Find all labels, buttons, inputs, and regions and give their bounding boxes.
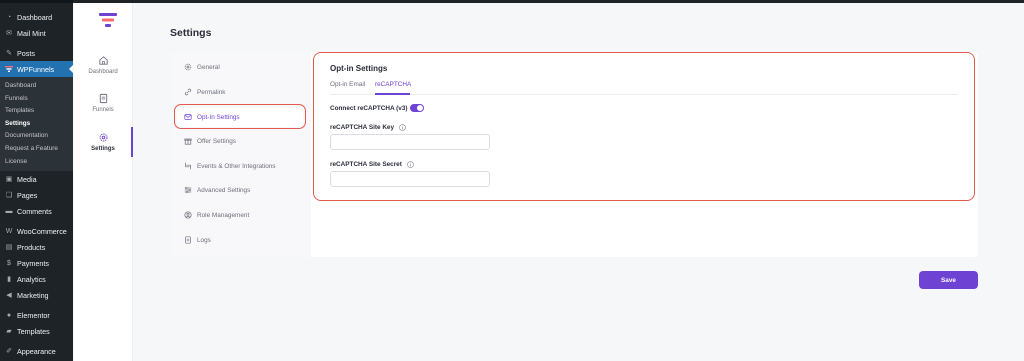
wp-menu-appearance[interactable]: ✐ Appearance [0, 343, 73, 359]
dashboard-icon: ◔ [6, 13, 12, 21]
wp-sub-dashboard[interactable]: Dashboard [0, 80, 73, 93]
wpfunnels-logo [99, 13, 117, 27]
save-button[interactable]: Save [919, 271, 978, 289]
wp-submenu-wpfunnels: Dashboard Funnels Templates Settings Doc… [0, 77, 73, 172]
page-title: Settings [170, 27, 212, 39]
analytics-icon: ▮ [7, 276, 11, 284]
pin-icon: ✎ [6, 50, 12, 57]
settings-menu-permalink[interactable]: Permalink [184, 88, 225, 96]
integrations-icon [185, 162, 191, 170]
plugin-nav-active-indicator [131, 127, 133, 157]
wp-menu-woocommerce[interactable]: W WooCommerce [0, 223, 73, 239]
wp-admin-sidebar: ◔ Dashboard ✉ Mail Mint ✎ Posts WPFunnel… [0, 0, 73, 361]
plugin-nav-funnels[interactable]: Funnels [74, 93, 132, 113]
wp-sub-funnels[interactable]: Funnels [0, 93, 73, 106]
user-icon [184, 211, 192, 219]
wp-menu-elementor[interactable]: ● Elementor [0, 307, 73, 323]
settings-menu-integrations[interactable]: Events & Other Integrations [184, 162, 276, 170]
top-bar [73, 0, 1024, 3]
wp-sub-templates[interactable]: Templates [0, 105, 73, 118]
pages-icon: ❏ [5, 192, 13, 200]
highlight-opt-in-menu [174, 104, 306, 129]
wp-menu-payments[interactable]: $ Payments [0, 255, 73, 271]
wp-menu-analytics[interactable]: ▮ Analytics [0, 271, 73, 287]
wp-sub-documentation[interactable]: Documentation [0, 130, 73, 143]
elementor-icon: ● [6, 311, 12, 319]
comments-icon: ▬ [5, 207, 13, 215]
wp-menu-pages[interactable]: ❏ Pages [0, 187, 73, 203]
logs-icon [185, 236, 191, 244]
wp-sub-license[interactable]: License [0, 156, 73, 169]
gear-icon [184, 63, 192, 71]
wp-menu-products[interactable]: ▤ Products [0, 239, 73, 255]
settings-menu-advanced[interactable]: Advanced Settings [184, 186, 250, 194]
wp-menu-comments[interactable]: ▬ Comments [0, 203, 73, 219]
highlight-recaptcha-panel [313, 52, 975, 201]
templates-icon: ▰ [6, 328, 12, 336]
settings-menu-logs[interactable]: Logs [184, 236, 211, 244]
funnel-icon [5, 65, 13, 73]
wp-menu-mail-mint[interactable]: ✉ Mail Mint [0, 25, 73, 41]
media-icon: ▣ [5, 176, 13, 184]
appearance-icon: ✐ [6, 348, 12, 356]
settings-menu-role-management[interactable]: Role Management [184, 211, 249, 219]
sliders-icon [184, 186, 192, 194]
wp-menu-templates[interactable]: ▰ Templates [0, 323, 73, 339]
products-icon: ▤ [5, 244, 13, 252]
plugin-nav-dashboard[interactable]: Dashboard [74, 55, 132, 75]
plugin-nav-settings[interactable]: Settings [74, 132, 132, 152]
settings-menu-general[interactable]: General [184, 63, 220, 71]
wp-menu-posts[interactable]: ✎ Posts [0, 45, 73, 61]
home-icon [98, 56, 108, 65]
mail-icon: ✉ [6, 30, 12, 37]
wp-menu-media[interactable]: ▣ Media [0, 171, 73, 187]
link-icon [184, 88, 192, 96]
wp-sub-settings[interactable]: Settings [0, 118, 73, 131]
document-icon [99, 93, 107, 104]
plugin-nav: Dashboard Funnels Settings [74, 3, 133, 361]
settings-menu-offer[interactable]: Offer Settings [184, 137, 236, 145]
woo-icon: W [5, 227, 13, 235]
gear-icon [99, 133, 107, 142]
wp-menu-wpfunnels[interactable]: WPFunnels [0, 61, 73, 77]
settings-menu: General Permalink Opt-In Settings Offer … [170, 52, 311, 257]
wp-menu-marketing[interactable]: ◀ Marketing [0, 287, 73, 303]
payments-icon: $ [7, 259, 11, 267]
gift-icon [184, 138, 192, 145]
wp-sub-request-feature[interactable]: Request a Feature [0, 143, 73, 156]
marketing-icon: ◀ [6, 292, 12, 300]
wp-menu-dashboard[interactable]: ◔ Dashboard [0, 9, 73, 25]
